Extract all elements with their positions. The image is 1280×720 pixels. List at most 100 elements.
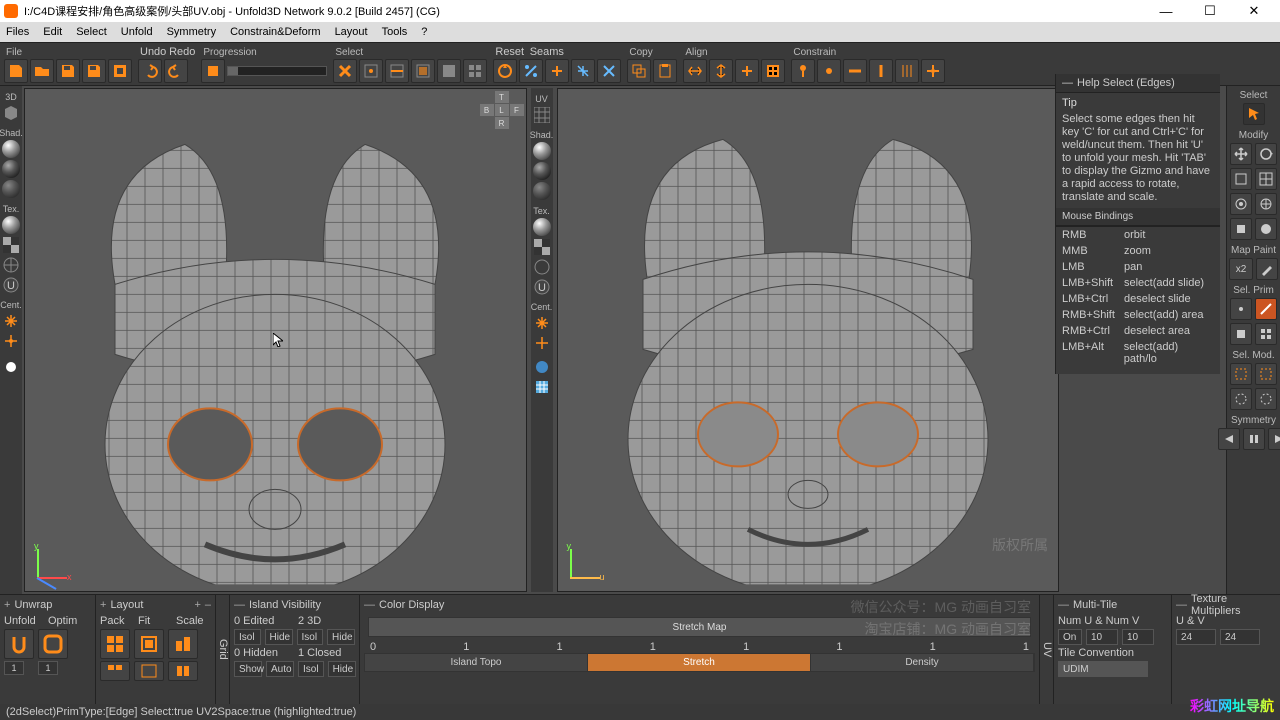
- selprim-point-button[interactable]: [1230, 298, 1252, 320]
- selprim-island-button[interactable]: [1255, 323, 1277, 345]
- selmod-1-button[interactable]: [1230, 363, 1252, 385]
- center-1-button[interactable]: [2, 312, 20, 330]
- uv-grid-icon[interactable]: [533, 106, 551, 124]
- light-button[interactable]: [2, 358, 20, 376]
- menu-constrain-deform[interactable]: Constrain&Deform: [230, 26, 320, 38]
- weld-seam-button[interactable]: [545, 59, 569, 83]
- constrain-v-button[interactable]: [869, 59, 893, 83]
- constrain-grid-button[interactable]: [895, 59, 919, 83]
- menu-edit[interactable]: Edit: [43, 26, 62, 38]
- mod-8-button[interactable]: [1255, 218, 1277, 240]
- select-face-button[interactable]: [411, 59, 435, 83]
- clear-select-button[interactable]: [333, 59, 357, 83]
- fit-button[interactable]: [134, 629, 164, 659]
- uv-shading-smooth-button[interactable]: [533, 142, 551, 160]
- mod-7-button[interactable]: [1230, 218, 1252, 240]
- uv-tex-sphere-button[interactable]: [533, 218, 551, 236]
- close-button[interactable]: ✕: [1232, 0, 1276, 22]
- minimize-button[interactable]: —: [1144, 0, 1188, 22]
- mode-island-topo[interactable]: Island Topo: [365, 654, 588, 671]
- view-cube-icon[interactable]: [2, 104, 20, 122]
- multitile-u[interactable]: 10: [1086, 629, 1118, 645]
- menu-layout[interactable]: Layout: [335, 26, 368, 38]
- open-file-button[interactable]: [30, 59, 54, 83]
- uv-tex-checker-button[interactable]: [533, 238, 551, 256]
- stretch-map-button[interactable]: Stretch Map: [368, 617, 1031, 637]
- sym-prev-button[interactable]: [1218, 428, 1240, 450]
- tex-u-button[interactable]: U: [2, 276, 20, 294]
- select-island-button[interactable]: [437, 59, 461, 83]
- selmod-3-button[interactable]: [1230, 388, 1252, 410]
- select-edge-button[interactable]: [385, 59, 409, 83]
- undo-button[interactable]: [138, 59, 162, 83]
- align-1-button[interactable]: [683, 59, 707, 83]
- menu-help[interactable]: ?: [421, 26, 427, 38]
- uv-shading-flat-button[interactable]: [533, 162, 551, 180]
- menu-select[interactable]: Select: [76, 26, 107, 38]
- rotate-button[interactable]: [1255, 143, 1277, 165]
- uv-center-1-button[interactable]: [533, 314, 551, 332]
- shading-wire-button[interactable]: [2, 180, 20, 198]
- texmult-v[interactable]: 24: [1220, 629, 1260, 645]
- paste-uv-button[interactable]: [653, 59, 677, 83]
- constrain-point-button[interactable]: [817, 59, 841, 83]
- cut-seam-button[interactable]: [519, 59, 543, 83]
- optim-button[interactable]: [38, 629, 68, 659]
- mappaint-brush-button[interactable]: [1256, 258, 1278, 280]
- mod-6-button[interactable]: [1255, 193, 1277, 215]
- progression-slider[interactable]: [227, 66, 327, 76]
- multitile-convention-select[interactable]: UDIM: [1058, 661, 1148, 677]
- select-element-button[interactable]: [463, 59, 487, 83]
- save-file-button[interactable]: [56, 59, 80, 83]
- shading-flat-button[interactable]: [2, 160, 20, 178]
- hide-button-3[interactable]: Hide: [328, 661, 356, 677]
- selprim-edge-button[interactable]: [1255, 298, 1277, 320]
- isol-button-1[interactable]: Isol: [234, 629, 261, 645]
- sym-next-button[interactable]: [1268, 428, 1280, 450]
- center-2-button[interactable]: [2, 332, 20, 350]
- uv-special-1-button[interactable]: [533, 358, 551, 376]
- multitile-on[interactable]: On: [1058, 629, 1082, 645]
- selmod-4-button[interactable]: [1255, 388, 1277, 410]
- pack-button[interactable]: [100, 629, 130, 659]
- multitile-v[interactable]: 10: [1122, 629, 1154, 645]
- new-file-button[interactable]: [4, 59, 28, 83]
- auto-button[interactable]: Auto: [266, 661, 294, 677]
- menu-unfold[interactable]: Unfold: [121, 26, 153, 38]
- menu-files[interactable]: Files: [6, 26, 29, 38]
- hide-button-1[interactable]: Hide: [265, 629, 293, 645]
- viewport-3d[interactable]: T BLF R: [24, 88, 527, 592]
- save-as-button[interactable]: [82, 59, 106, 83]
- uv-special-2-button[interactable]: [533, 378, 551, 396]
- uv-tex-grid-button[interactable]: [533, 258, 551, 276]
- viewport-uv[interactable]: yu 版权所属: [557, 88, 1060, 592]
- selprim-face-button[interactable]: [1230, 323, 1252, 345]
- help-collapse-icon[interactable]: —: [1062, 77, 1073, 89]
- isol-button-2[interactable]: Isol: [297, 629, 324, 645]
- menu-symmetry[interactable]: Symmetry: [167, 26, 217, 38]
- unfold-button[interactable]: [4, 629, 34, 659]
- uv-shading-wire-button[interactable]: [533, 182, 551, 200]
- select-vertex-button[interactable]: [359, 59, 383, 83]
- tex-checker-button[interactable]: [2, 236, 20, 254]
- tex-grid-button[interactable]: [2, 256, 20, 274]
- redo-button[interactable]: [164, 59, 188, 83]
- selmod-2-button[interactable]: [1255, 363, 1277, 385]
- uv-tex-u-button[interactable]: U: [533, 278, 551, 296]
- fit-2-button[interactable]: [134, 661, 164, 681]
- constrain-pin-button[interactable]: [791, 59, 815, 83]
- sym-mid-button[interactable]: [1243, 428, 1265, 450]
- export-button[interactable]: [108, 59, 132, 83]
- constrain-snap-button[interactable]: [921, 59, 945, 83]
- scale-button[interactable]: [168, 629, 198, 659]
- align-2-button[interactable]: [709, 59, 733, 83]
- stop-button[interactable]: [201, 59, 225, 83]
- isol-button-3[interactable]: Isol: [298, 661, 324, 677]
- scale-2-button[interactable]: [168, 661, 198, 681]
- texmult-u[interactable]: 24: [1176, 629, 1216, 645]
- scale-button[interactable]: [1230, 168, 1252, 190]
- reset-button[interactable]: [493, 59, 517, 83]
- move-button[interactable]: [1230, 143, 1252, 165]
- select-arrow-button[interactable]: [1243, 103, 1265, 125]
- copy-uv-button[interactable]: [627, 59, 651, 83]
